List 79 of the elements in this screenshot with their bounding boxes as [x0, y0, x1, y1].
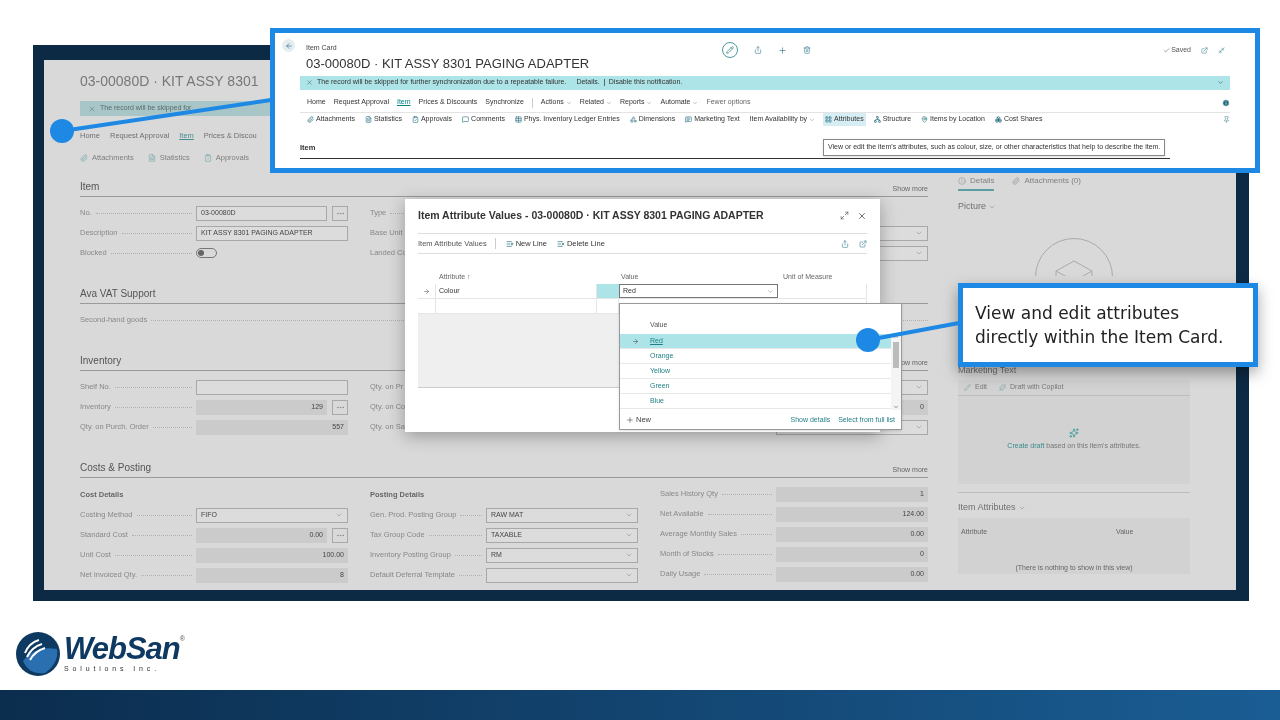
- section-title: Costs & Posting: [80, 461, 152, 475]
- paperclip-icon: [307, 116, 314, 123]
- back-button[interactable]: [282, 39, 295, 52]
- chevron-icon: [915, 229, 923, 237]
- section-title: Ava VAT Support: [80, 287, 156, 301]
- dialog-title: Item Attribute Values - 03-00080D · KIT ASSY 8301 PAGING ADAPTER: [418, 208, 764, 224]
- open-in-new-icon[interactable]: [1201, 46, 1208, 54]
- dropdown-field[interactable]: [486, 567, 638, 583]
- text-field[interactable]: [196, 379, 348, 395]
- share-icon[interactable]: [754, 46, 762, 54]
- factbox-heading: Item Attributes: [958, 501, 1016, 514]
- table-icon: [514, 116, 522, 123]
- open-in-new-icon[interactable]: [859, 239, 867, 248]
- chevron-up-icon[interactable]: [893, 334, 899, 340]
- check-icon: [1163, 46, 1171, 54]
- scrollbar[interactable]: [891, 334, 901, 410]
- plus-icon: [626, 416, 634, 424]
- pencil-icon: [726, 46, 734, 54]
- chevron-icon: [565, 99, 572, 106]
- boxes-icon: [994, 116, 1002, 123]
- page-title: 03-00080D · KIT ASSY 8301 PAGING ADAPTER: [306, 55, 591, 72]
- share-icon[interactable]: [841, 239, 849, 248]
- chevron-icon: [915, 249, 923, 257]
- factbox-heading: Marketing Text: [958, 363, 1018, 377]
- shapes-icon: [629, 116, 637, 123]
- map-pin-icon: [921, 116, 929, 123]
- arrow-right-icon: [423, 287, 430, 295]
- pin-icon[interactable]: [1223, 116, 1230, 123]
- close-icon[interactable]: [306, 79, 313, 86]
- arrow-left-icon: [284, 41, 293, 50]
- page-title: 03-00080D · KIT ASSY 8301: [80, 72, 259, 91]
- chevron-icon: [625, 511, 633, 519]
- chevron-icon: [625, 551, 633, 559]
- chevron-icon: [692, 99, 699, 106]
- grid-icon: [825, 116, 833, 123]
- info-icon: [958, 177, 966, 185]
- paperclip-icon: [80, 154, 88, 162]
- chevron-icon: [767, 287, 774, 295]
- placeholder-icon: [1035, 237, 1113, 276]
- section-title: Inventory: [80, 354, 122, 368]
- message-icon: [685, 116, 693, 123]
- speech-bubble-icon: [462, 116, 470, 123]
- chevron-icon: [625, 571, 633, 579]
- logo-wordmark: WebSan: [64, 633, 180, 664]
- pencil-icon: [964, 384, 971, 391]
- callout-text: View and edit attributes directly within the Item Card.: [975, 302, 1225, 349]
- list-x-icon: [556, 239, 565, 248]
- more-button[interactable]: [332, 205, 348, 221]
- sparkle-icon: [999, 384, 1007, 391]
- clipboard-check-icon: [411, 116, 419, 123]
- info-icon[interactable]: [1222, 98, 1230, 107]
- chevron-icon: [335, 511, 343, 519]
- chevron-icon: [915, 383, 923, 391]
- section-title: Item: [80, 180, 100, 194]
- factbox-heading: Picture: [958, 200, 986, 213]
- delete-icon[interactable]: [803, 46, 811, 54]
- collapse-icon[interactable]: [1218, 46, 1225, 54]
- close-icon[interactable]: [857, 211, 867, 221]
- logo-icon: [15, 631, 61, 677]
- chevron-icon[interactable]: [1217, 79, 1224, 86]
- chevron-down-icon[interactable]: [893, 404, 899, 410]
- paperclip-icon: [1012, 177, 1021, 185]
- chevron-icon: [646, 99, 653, 106]
- chevron-icon: [625, 531, 633, 539]
- expand-icon[interactable]: [840, 211, 849, 220]
- table-cell: [597, 284, 619, 298]
- chevron-icon: [915, 423, 923, 431]
- chevron-icon: [605, 99, 612, 106]
- more-button[interactable]: [332, 527, 348, 543]
- add-icon[interactable]: [778, 45, 787, 55]
- list-plus-icon: [505, 239, 514, 248]
- document-icon: [364, 116, 372, 123]
- chevron-icon: [809, 116, 816, 123]
- network-icon: [873, 116, 881, 123]
- clipboard-check-icon: [203, 154, 212, 162]
- sparkle-icon: [1069, 428, 1079, 439]
- document-icon: [147, 154, 156, 162]
- more-button[interactable]: [332, 399, 348, 415]
- arrow-right-icon: [631, 337, 639, 345]
